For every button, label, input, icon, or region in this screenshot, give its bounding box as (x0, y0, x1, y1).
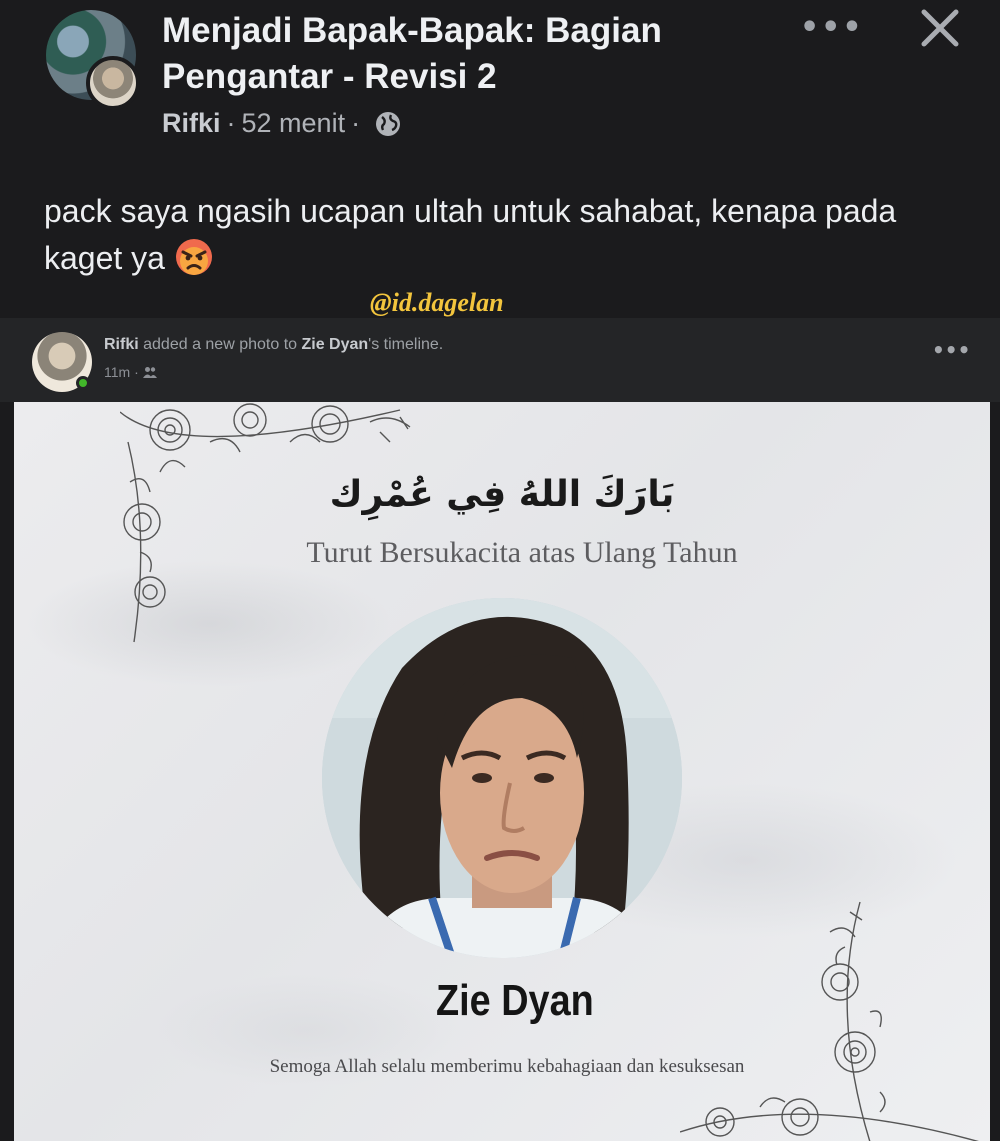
meta-separator: · (226, 108, 236, 138)
globe-icon (376, 111, 401, 136)
embedded-post-header: Rifki added a new photo to Zie Dyan's ti… (0, 318, 1000, 402)
birthday-wish: Semoga Allah selalu memberimu kebahagiaa… (269, 1056, 745, 1077)
post-text: pack saya ngasih ucapan ultah untuk saha… (44, 193, 897, 276)
birthday-card-image: بَارَكَ اللهُ فِي عُمْرِك Turut Bersukac… (14, 402, 990, 1141)
embedded-more-icon[interactable]: ••• (932, 338, 970, 362)
floral-ornament-top-left-icon (120, 403, 411, 643)
embedded-action: added a new photo to (143, 336, 298, 353)
post-meta: Rifki · 52 menit · (162, 108, 402, 139)
embedded-target[interactable]: Zie Dyan (301, 336, 368, 353)
embedded-activity-line: Rifki added a new photo to Zie Dyan's ti… (104, 336, 443, 354)
author-avatar[interactable] (86, 56, 140, 110)
embedded-author-avatar[interactable] (32, 332, 92, 392)
post-author[interactable]: Rifki (162, 108, 221, 139)
embedded-suffix: 's timeline. (368, 336, 444, 353)
friends-icon (142, 367, 157, 378)
embedded-author[interactable]: Rifki (104, 336, 139, 353)
meta-separator: · (351, 108, 361, 138)
post-title[interactable]: Menjadi Bapak-Bapak: Bagian Pengantar - … (162, 8, 782, 100)
card-subtitle: Turut Bersukacita atas Ulang Tahun (306, 536, 738, 569)
post-time[interactable]: 52 menit (242, 108, 346, 139)
birthday-name: Zie Dyan (436, 976, 594, 1025)
post-body: pack saya ngasih ucapan ultah untuk saha… (44, 188, 924, 282)
watermark: @id.dagelan (370, 288, 504, 317)
embedded-time-row: 11m · (104, 364, 157, 380)
arabic-greeting: بَارَكَ اللهُ فِي عُمْرِك (329, 474, 675, 515)
close-icon[interactable] (918, 6, 962, 50)
embedded-time[interactable]: 11m (104, 364, 130, 380)
angry-face-emoji-icon (175, 239, 212, 275)
group-avatar[interactable] (46, 10, 140, 110)
group-post: Menjadi Bapak-Bapak: Bagian Pengantar - … (0, 0, 1000, 300)
birthday-person-photo (322, 598, 682, 958)
more-dots-icon[interactable]: ••• (800, 10, 864, 45)
online-status-icon (76, 376, 90, 390)
